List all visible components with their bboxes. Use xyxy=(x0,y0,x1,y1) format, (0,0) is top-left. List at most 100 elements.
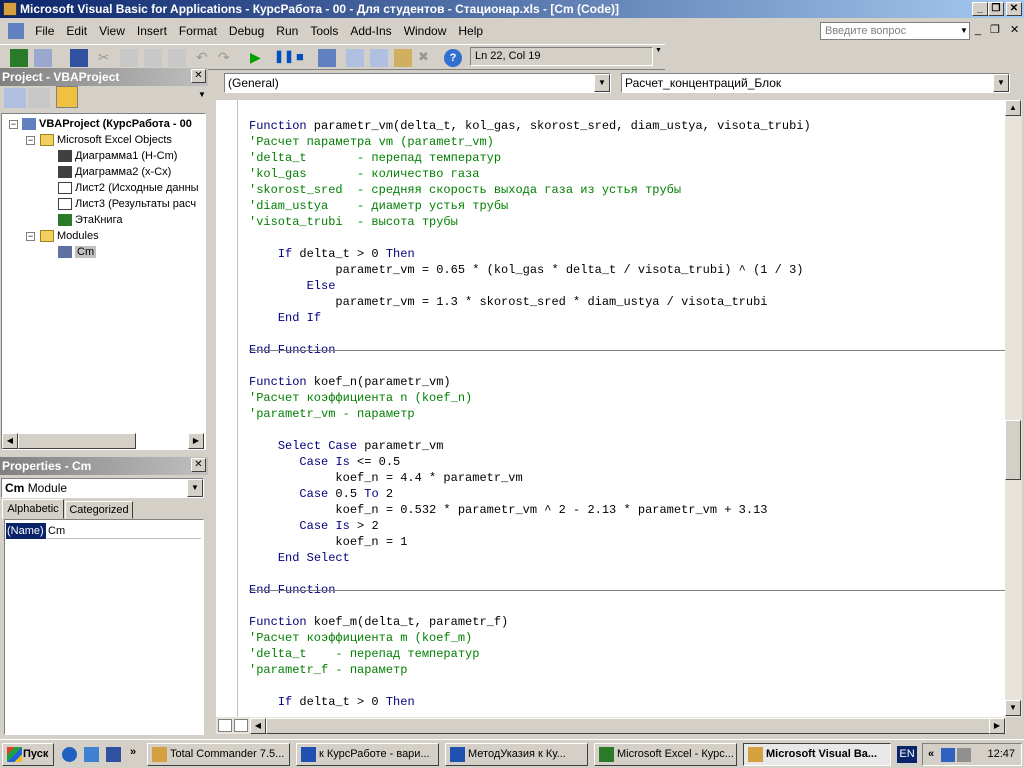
modules-collapse-icon[interactable]: − xyxy=(26,232,35,241)
tree-item-diagram2[interactable]: Диаграмма2 (x-Cx) xyxy=(58,164,171,180)
code-line[interactable]: 'Расчет параметра vm (parametr_vm) xyxy=(249,134,494,150)
menu-view[interactable]: View xyxy=(93,20,131,42)
close-button[interactable]: ✕ xyxy=(1006,2,1022,16)
menu-app-icon[interactable] xyxy=(8,23,24,39)
help-icon[interactable]: ? xyxy=(444,49,462,67)
code-line[interactable]: Function koef_n(parametr_vm) xyxy=(249,374,451,390)
code-line[interactable]: 'parametr_vm - параметр xyxy=(249,406,415,422)
task-word-1[interactable]: к КурсРаботе - вари... xyxy=(296,743,439,766)
code-vertical-scrollbar[interactable] xyxy=(1005,100,1022,717)
ie-quicklaunch-icon[interactable] xyxy=(62,747,77,762)
menu-tools[interactable]: Tools xyxy=(304,20,344,42)
horizontal-scroll-thumb[interactable] xyxy=(266,718,994,734)
task-total-commander[interactable]: Total Commander 7.5... xyxy=(147,743,290,766)
vertical-scroll-thumb[interactable] xyxy=(1005,420,1021,480)
project-scroll-thumb[interactable] xyxy=(18,433,136,449)
outlook-quicklaunch-icon[interactable] xyxy=(84,747,99,762)
code-line[interactable]: 'parametr_f - параметр xyxy=(249,662,407,678)
properties-object-select[interactable]: Cm Module ▼ xyxy=(1,478,204,498)
scroll-down-button[interactable]: ▼ xyxy=(1005,700,1021,716)
code-line[interactable]: 'delta_t - перепад температур xyxy=(249,646,479,662)
procedure-view-icon[interactable] xyxy=(218,719,232,732)
start-button[interactable]: Пуск xyxy=(2,743,54,766)
toolbar-options-icon[interactable]: ▼ xyxy=(655,47,663,67)
restore-button[interactable]: ❐ xyxy=(988,2,1004,16)
toolbox-icon[interactable]: ✖ xyxy=(418,49,436,67)
chevron-down-icon[interactable]: ▼ xyxy=(993,74,1009,92)
paste-icon[interactable] xyxy=(144,49,162,67)
code-line[interactable]: 'delta_t - перепад температур xyxy=(249,150,501,166)
code-line[interactable]: Function koef_m(delta_t, parametr_f) xyxy=(249,614,508,630)
toggle-folders-icon[interactable] xyxy=(56,86,78,108)
code-line[interactable]: koef_n = 1 xyxy=(249,534,407,550)
network-icon[interactable] xyxy=(941,748,955,762)
tree-item-sheet2[interactable]: Лист2 (Исходные данны xyxy=(58,180,199,196)
find-icon[interactable] xyxy=(168,49,186,67)
minimize-button[interactable]: _ xyxy=(972,2,988,16)
code-line[interactable]: If delta_t > 0 Then xyxy=(249,694,415,710)
copy-icon[interactable] xyxy=(120,49,138,67)
run-icon[interactable]: ▶ xyxy=(250,49,268,67)
doc-minimize-button[interactable]: _ xyxy=(975,24,981,36)
property-name-cell[interactable]: (Name) xyxy=(6,523,46,539)
chevron-down-icon[interactable]: ▼ xyxy=(187,479,203,497)
code-line[interactable]: 'diam_ustya - диаметр устья трубы xyxy=(249,198,508,214)
menu-add-ins[interactable]: Add-Ins xyxy=(344,20,397,42)
code-line[interactable]: End If xyxy=(249,310,321,326)
full-module-view-icon[interactable] xyxy=(234,719,248,732)
project-explorer-icon[interactable] xyxy=(346,49,364,67)
tree-item-sheet3[interactable]: Лист3 (Результаты расч xyxy=(58,196,196,212)
tray-expand-icon[interactable]: « xyxy=(928,744,934,765)
undo-icon[interactable]: ↶ xyxy=(196,49,214,67)
excel-objects-collapse-icon[interactable]: − xyxy=(26,136,35,145)
code-line[interactable]: koef_n = 4.4 * parametr_vm xyxy=(249,470,522,486)
code-line[interactable]: Case Is > 2 xyxy=(249,518,378,534)
help-dropdown-icon[interactable]: ▼ xyxy=(960,26,968,35)
properties-window-icon[interactable] xyxy=(370,49,388,67)
tab-alphabetic[interactable]: Alphabetic xyxy=(2,499,64,519)
properties-close-button[interactable]: ✕ xyxy=(191,458,206,472)
code-line[interactable]: Case Is <= 0.5 xyxy=(249,454,400,470)
scroll-up-button[interactable]: ▲ xyxy=(1005,100,1021,116)
help-question-input[interactable]: Введите вопрос xyxy=(820,22,970,40)
tree-item-vbaproject[interactable]: VBAProject (КурсРабота - 00 xyxy=(22,116,192,132)
code-editor[interactable]: Function parametr_vm(delta_t, kol_gas, s… xyxy=(216,100,1006,717)
save-quicklaunch-icon[interactable] xyxy=(106,747,121,762)
menu-edit[interactable]: Edit xyxy=(60,20,93,42)
task-excel[interactable]: Microsoft Excel - Курс... xyxy=(594,743,737,766)
project-close-button[interactable]: ✕ xyxy=(191,69,206,83)
code-line[interactable]: 'kol_gas - количество газа xyxy=(249,166,479,182)
property-value-cell[interactable]: Cm xyxy=(47,523,201,539)
tree-item-excel-objects[interactable]: Microsoft Excel Objects xyxy=(40,132,172,148)
code-line[interactable]: parametr_vm = 1.3 * skorost_sred * diam_… xyxy=(249,294,767,310)
code-line[interactable]: Function parametr_vm(delta_t, kol_gas, s… xyxy=(249,118,811,134)
project-scroll-left[interactable]: ◀ xyxy=(2,433,18,449)
reset-icon[interactable]: ■ xyxy=(296,49,314,67)
code-line[interactable]: 'Расчет коэффициента m (koef_m) xyxy=(249,630,472,646)
view-code-icon[interactable] xyxy=(4,88,26,108)
task-vba[interactable]: Microsoft Visual Ba... xyxy=(743,743,891,766)
menu-debug[interactable]: Debug xyxy=(223,20,270,42)
design-mode-icon[interactable] xyxy=(318,49,336,67)
insert-userform-icon[interactable] xyxy=(34,49,52,67)
language-indicator[interactable]: EN xyxy=(897,746,917,763)
code-line[interactable]: Else xyxy=(249,278,336,294)
save-icon[interactable] xyxy=(70,49,88,67)
root-collapse-icon[interactable]: − xyxy=(9,120,18,129)
task-word-2[interactable]: МетодУказия к Ку... xyxy=(445,743,588,766)
object-browser-icon[interactable] xyxy=(394,49,412,67)
title-bar[interactable]: Microsoft Visual Basic for Applications … xyxy=(0,0,1024,18)
cut-icon[interactable]: ✂ xyxy=(98,49,116,67)
code-line[interactable]: 'visota_trubi - высота трубы xyxy=(249,214,458,230)
margin-indicator-bar[interactable] xyxy=(216,100,238,717)
quicklaunch-more-icon[interactable]: » xyxy=(130,746,136,758)
menu-format[interactable]: Format xyxy=(173,20,223,42)
code-line[interactable]: koef_n = 0.532 * parametr_vm ^ 2 - 2.13 … xyxy=(249,502,767,518)
break-icon[interactable]: ❚❚ xyxy=(274,49,294,67)
code-line[interactable]: Case 0.5 To 2 xyxy=(249,486,393,502)
scroll-right-button[interactable]: ▶ xyxy=(989,718,1005,734)
redo-icon[interactable]: ↷ xyxy=(218,49,236,67)
menu-help[interactable]: Help xyxy=(452,20,489,42)
tree-item-module-cm[interactable]: Cm xyxy=(58,244,97,260)
menu-window[interactable]: Window xyxy=(398,20,453,42)
